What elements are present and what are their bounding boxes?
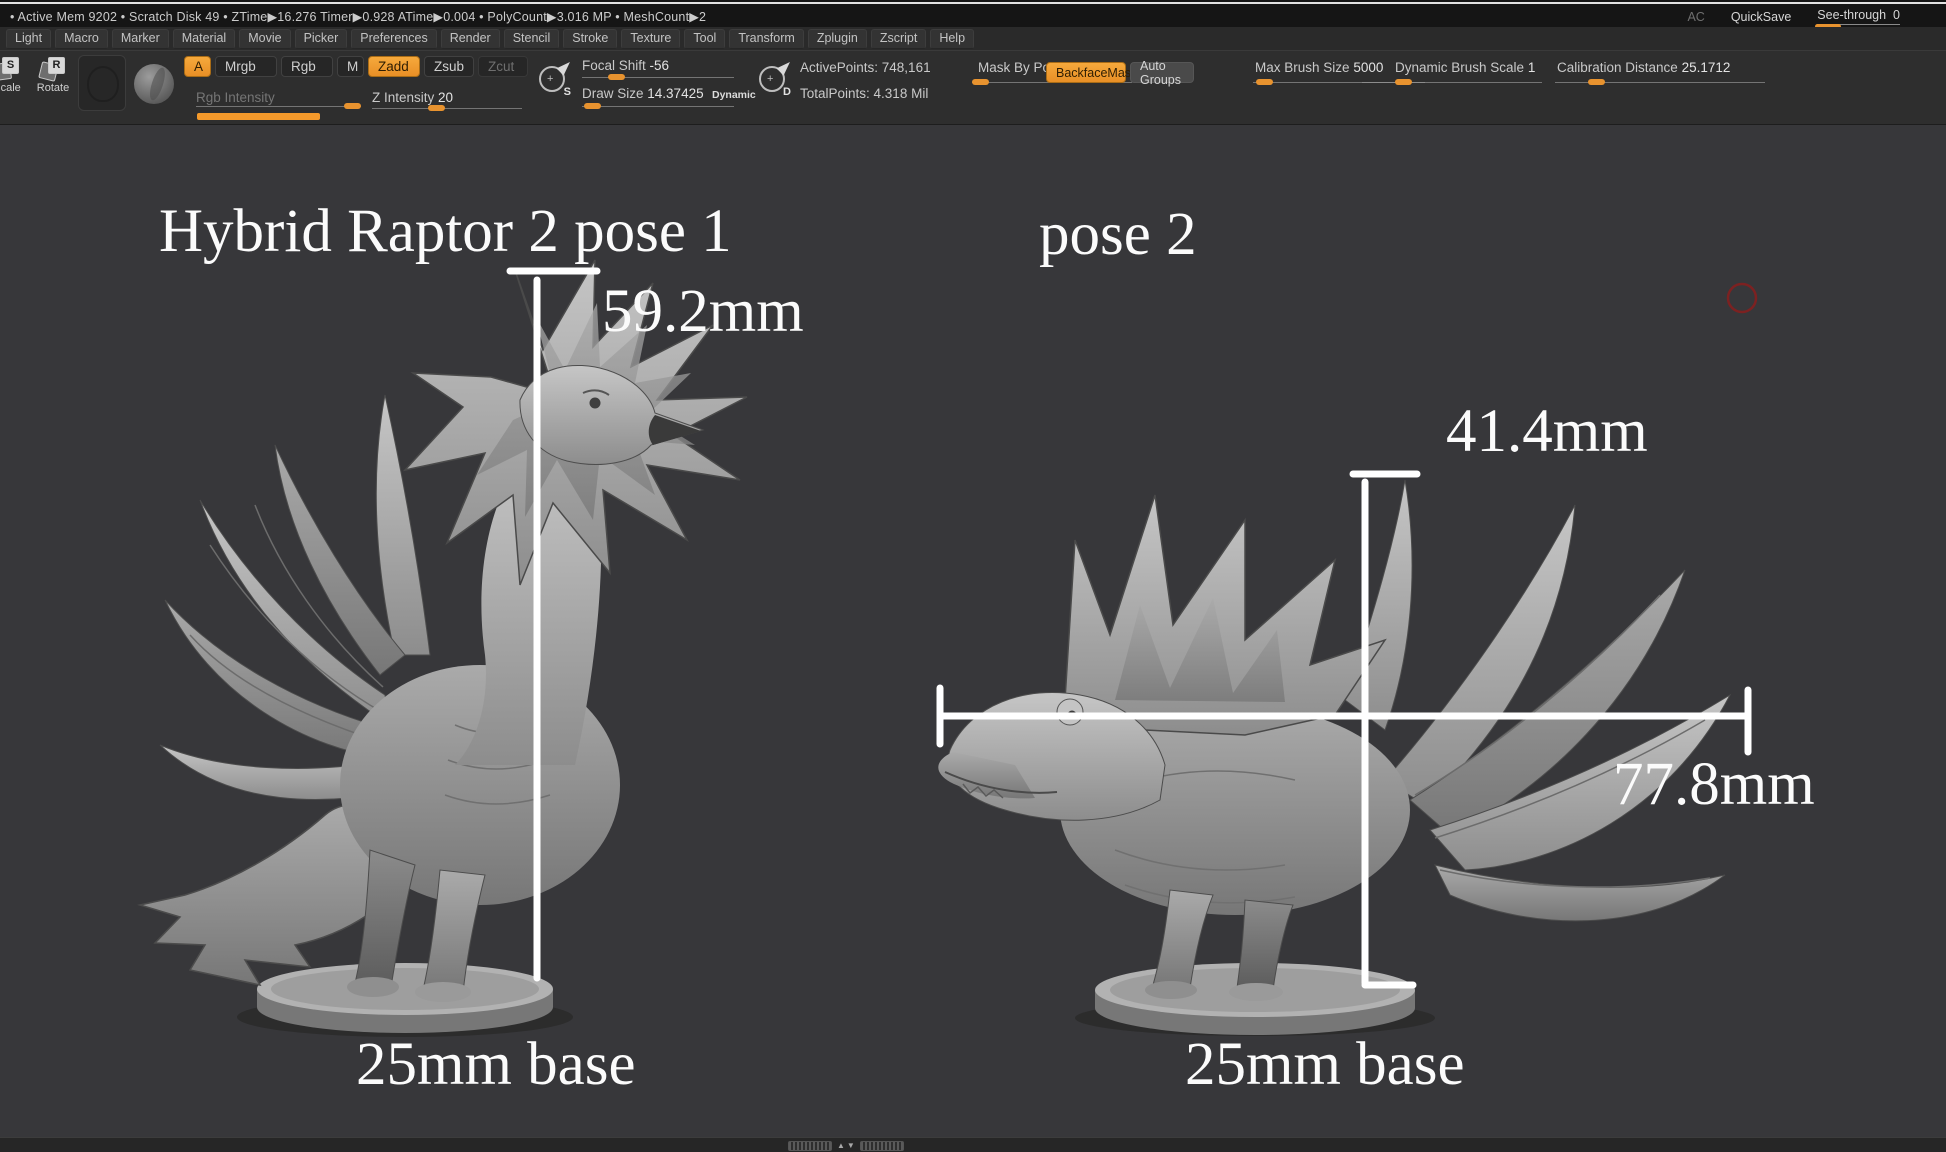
z-intensity-knob[interactable]	[428, 105, 445, 111]
left-height-label: 59.2mm	[602, 277, 804, 347]
brush-settings-d-icon[interactable]: + D	[758, 62, 792, 96]
tray-arrow-up-icon[interactable]: ▲	[837, 1142, 845, 1150]
menu-texture[interactable]: Texture	[621, 29, 680, 49]
brush-settings-s-icon[interactable]: + S	[538, 62, 572, 96]
rgb-intensity-knob[interactable]	[344, 103, 361, 109]
scale-icon: S	[0, 56, 20, 80]
backface-mask-button[interactable]: BackfaceMask	[1046, 62, 1126, 83]
max-brush-size-slider[interactable]: Max Brush Size 5000	[1255, 60, 1383, 75]
rgb-intensity-slider[interactable]: Rgb Intensity	[196, 90, 275, 105]
focal-shift-slider[interactable]: Focal Shift -56	[582, 58, 669, 73]
brush-shape-slot[interactable]	[78, 55, 126, 111]
zsub-button[interactable]: Zsub	[424, 56, 474, 77]
menu-help[interactable]: Help	[930, 29, 974, 49]
status-bar: • Active Mem 9202 • Scratch Disk 49 • ZT…	[0, 0, 1946, 27]
active-points-readout: ActivePoints: 748,161	[800, 60, 931, 75]
menu-picker[interactable]: Picker	[295, 29, 348, 49]
menu-zscript[interactable]: Zscript	[871, 29, 927, 49]
grip-stripes-right[interactable]	[860, 1141, 904, 1151]
menu-stroke[interactable]: Stroke	[563, 29, 617, 49]
z-intensity-slider[interactable]: Z Intensity 20	[372, 90, 453, 105]
right-length-label: 77.8mm	[1613, 750, 1815, 820]
left-base-label: 25mm base	[356, 1030, 636, 1100]
dynamic-brush-scale-slider[interactable]: Dynamic Brush Scale 1	[1395, 60, 1535, 75]
rgb-button[interactable]: Rgb	[281, 56, 333, 77]
menu-zplugin[interactable]: Zplugin	[808, 29, 867, 49]
right-height-label: 41.4mm	[1446, 397, 1648, 467]
menu-render[interactable]: Render	[441, 29, 500, 49]
ac-button[interactable]: AC	[1687, 10, 1704, 24]
dynamic-draw-size-toggle[interactable]: Dynamic	[712, 89, 756, 101]
dynamic-brush-scale-knob[interactable]	[1395, 79, 1412, 85]
max-brush-size-knob[interactable]	[1256, 79, 1273, 85]
zadd-button[interactable]: Zadd	[368, 56, 420, 77]
brush-alpha-oval-icon	[87, 66, 119, 102]
menu-stencil[interactable]: Stencil	[504, 29, 560, 49]
rotate-tool-button[interactable]: R Rotate	[36, 56, 70, 94]
auto-groups-button[interactable]: Auto Groups	[1130, 62, 1194, 83]
mask-by-polygroups-knob[interactable]	[972, 79, 989, 85]
top-shelf: S Scale R Rotate A Mrgb Rgb M Zadd Zsub …	[0, 50, 1946, 125]
shelf-progress-bar	[197, 113, 320, 120]
menu-transform[interactable]: Transform	[729, 29, 804, 49]
bottom-tray-bar: ▲ ▼	[0, 1137, 1946, 1152]
menu-tool[interactable]: Tool	[684, 29, 725, 49]
menu-material[interactable]: Material	[173, 29, 235, 49]
focal-shift-knob[interactable]	[608, 74, 625, 80]
menu-marker[interactable]: Marker	[112, 29, 169, 49]
draw-size-slider[interactable]: Draw Size 14.37425	[582, 86, 704, 101]
zcut-button[interactable]: Zcut	[478, 56, 528, 77]
see-through-slider[interactable]: See-through 0	[1817, 8, 1900, 25]
quicksave-button[interactable]: QuickSave	[1731, 10, 1791, 24]
m-button[interactable]: M	[337, 56, 364, 77]
calibration-distance-slider[interactable]: Calibration Distance 25.1712	[1557, 60, 1730, 75]
menu-macro[interactable]: Macro	[55, 29, 108, 49]
total-points-readout: TotalPoints: 4.318 Mil	[800, 86, 928, 101]
memory-status-text: • Active Mem 9202 • Scratch Disk 49 • ZT…	[10, 9, 706, 24]
left-model-sculpt[interactable]	[95, 255, 835, 1060]
a-mode-button[interactable]: A	[184, 56, 211, 77]
menu-light[interactable]: Light	[6, 29, 51, 49]
grip-stripes-left[interactable]	[788, 1141, 832, 1151]
rotate-icon: R	[40, 56, 66, 80]
scale-tool-button[interactable]: S Scale	[0, 56, 24, 94]
tray-divider-handle[interactable]: ▲ ▼	[788, 1141, 904, 1151]
right-model-title: pose 2	[1039, 200, 1197, 270]
menu-movie[interactable]: Movie	[239, 29, 290, 49]
menu-preferences[interactable]: Preferences	[351, 29, 436, 49]
mrgb-button[interactable]: Mrgb	[215, 56, 277, 77]
stroke-sphere-icon[interactable]	[134, 64, 174, 104]
calibration-distance-knob[interactable]	[1588, 79, 1605, 85]
right-base-label: 25mm base	[1185, 1030, 1465, 1100]
tray-arrow-down-icon[interactable]: ▼	[847, 1142, 855, 1150]
document-canvas[interactable]: Hybrid Raptor 2 pose 1 pose 2 59.2mm 41.…	[0, 125, 1946, 1138]
left-model-title: Hybrid Raptor 2 pose 1	[159, 197, 732, 267]
draw-size-knob[interactable]	[584, 103, 601, 109]
zbrush-window: • Active Mem 9202 • Scratch Disk 49 • ZT…	[0, 0, 1946, 1152]
menu-bar: Light Macro Marker Material Movie Picker…	[0, 27, 1946, 50]
